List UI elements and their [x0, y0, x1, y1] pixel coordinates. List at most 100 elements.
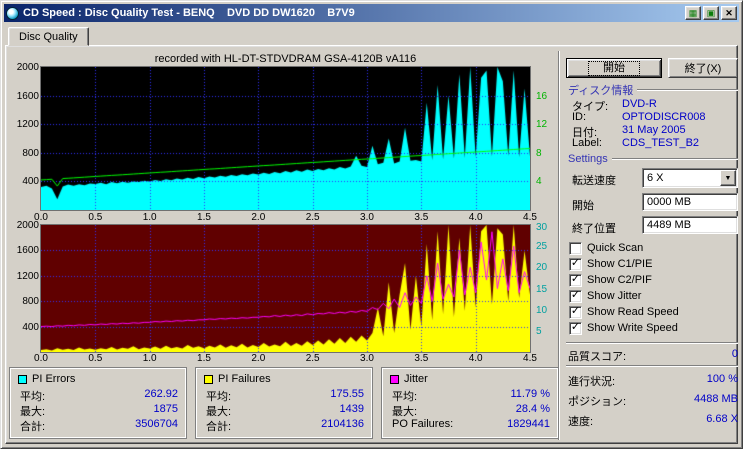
grid-icon: ▦: [688, 7, 698, 18]
disc-info-header-label: ディスク情報: [568, 85, 634, 97]
checkbox-label: Show C1/PIE: [587, 258, 653, 270]
checkbox-label: Quick Scan: [587, 242, 644, 254]
titlebar-buttons: ▦ ▣ ✕: [685, 6, 737, 20]
progress-row: 進行状況: 100 %: [568, 373, 738, 389]
section-line: [611, 158, 738, 160]
x-axis-tick: 3.0: [360, 212, 374, 223]
disc-info-header: ディスク情報: [568, 82, 738, 98]
end-position-label: 終了位置: [572, 223, 616, 235]
right-axis-tick: 20: [536, 262, 548, 274]
right-axis-tick: 12: [536, 119, 548, 131]
checkbox-box[interactable]: ✓: [569, 305, 582, 319]
stat-value: 175.55: [330, 388, 364, 400]
stat-value: 262.92: [144, 388, 178, 400]
position-value: 4488 MB: [693, 393, 738, 405]
pi-failures-panel: PI Failures 平均: 175.55 最大: 1439 合計: 2104136: [195, 367, 373, 439]
checkbox-box[interactable]: ✓: [569, 273, 582, 287]
speed-row-value: 6.68 X: [706, 413, 738, 425]
window-title: CD Speed : Disc Quality Test - BENQ DVD …: [23, 7, 355, 19]
stat-value: 1875: [153, 403, 178, 415]
x-axis-tick: 3.5: [414, 212, 429, 223]
close-icon: ✕: [725, 7, 733, 18]
right-axis-tick: 5: [536, 325, 542, 337]
checkbox-show-c2-pif[interactable]: ✓ Show C2/PIF: [569, 273, 652, 287]
quality-score-value: 0: [731, 348, 738, 360]
start-position-label: 開始: [572, 200, 594, 212]
pi-errors-left-axis: 2000 1600 1200 800 400: [7, 63, 39, 210]
stat-label: 平均:: [206, 391, 232, 403]
stat-value: 3506704: [135, 418, 178, 430]
x-axis-tick: 4.0: [468, 353, 483, 364]
stat-row: 合計: 2104136: [204, 418, 364, 433]
checkbox-box[interactable]: ✓: [569, 321, 582, 335]
stat-row: 合計: 3506704: [18, 418, 178, 433]
stat-row: 平均: 11.79 %: [390, 388, 550, 403]
stat-label: 最大:: [392, 406, 418, 418]
jitter-swatch: [390, 374, 399, 384]
titlebar-disc-button[interactable]: ▣: [703, 6, 719, 20]
stat-label: 最大:: [206, 406, 232, 418]
disc-label-value: CDS_TEST_B2: [622, 137, 700, 149]
pi-failures-jitter-chart: [40, 224, 531, 353]
checkbox-box[interactable]: ✓: [569, 241, 582, 255]
pi-errors-swatch: [18, 374, 27, 384]
chevron-down-icon[interactable]: ▼: [720, 170, 736, 186]
y-axis-tick: 1200: [16, 270, 39, 282]
checkbox-show-read-speed[interactable]: ✓ Show Read Speed: [569, 305, 679, 319]
speed-select-value: 6 X: [647, 172, 664, 184]
x-axis-tick: 2.5: [305, 353, 320, 364]
x-axis-tick: 0.5: [88, 212, 103, 223]
close-button[interactable]: ✕: [721, 6, 737, 20]
app-icon: [6, 6, 19, 20]
checkbox-box[interactable]: ✓: [569, 288, 582, 303]
end-position-field[interactable]: 4489 MB: [642, 216, 738, 234]
stat-value: 28.4 %: [515, 403, 550, 415]
start-position-field[interactable]: 0000 MB: [642, 193, 738, 211]
stat-label: 合計:: [20, 421, 46, 433]
right-axis-tick: 4: [536, 176, 542, 188]
checkbox-label: Show Read Speed: [587, 306, 679, 318]
y-axis-tick: 1600: [16, 245, 39, 257]
x-axis-tick: 0.0: [34, 353, 48, 364]
panel-title: Jitter: [404, 373, 428, 385]
x-axis-tick: 2.0: [251, 212, 266, 223]
tab-disc-quality[interactable]: Disc Quality: [8, 27, 89, 46]
x-axis-tick: 1.5: [197, 212, 211, 223]
titlebar-grid-button[interactable]: ▦: [685, 6, 701, 20]
title-bar[interactable]: CD Speed : Disc Quality Test - BENQ DVD …: [4, 4, 739, 22]
panel-title: PI Failures: [218, 373, 271, 385]
stat-label: 平均:: [392, 391, 418, 403]
x-axis-tick: 1.5: [197, 353, 211, 364]
pi-errors-chart: [40, 66, 531, 211]
y-axis-tick: 1600: [16, 90, 39, 102]
checkbox-label: Show Write Speed: [587, 322, 678, 334]
checkbox-show-c1-pie[interactable]: ✓ Show C1/PIE: [569, 257, 652, 271]
checkbox-quick-scan[interactable]: ✓ Quick Scan: [569, 241, 643, 255]
app-window: CD Speed : Disc Quality Test - BENQ DVD …: [0, 0, 743, 449]
pi-errors-x-axis: 0.0 0.5 1.0 1.5 2.0 2.5 3.0 3.5 4.0 4.5: [34, 212, 537, 225]
separator: [566, 365, 738, 367]
checkbox-label: Show C2/PIF: [587, 274, 652, 286]
speed-row: 速度: 6.68 X: [568, 413, 738, 429]
x-axis-tick: 1.0: [142, 353, 157, 364]
speed-select[interactable]: 6 X ▼: [642, 168, 738, 188]
panel-title: PI Errors: [32, 373, 76, 385]
pi-failures-left-axis: 2000 1600 1200 800 400: [7, 221, 39, 352]
y-axis-tick: 400: [22, 176, 39, 188]
disc-label-row: Label: CDS_TEST_B2: [572, 137, 700, 149]
x-axis-tick: 1.0: [142, 212, 157, 223]
settings-header: Settings: [568, 153, 738, 165]
x-axis-tick: 4.0: [468, 212, 483, 223]
y-axis-tick: 1200: [16, 119, 39, 131]
jitter-panel: Jitter 平均: 11.79 % 最大: 28.4 % PO Failures:…: [381, 367, 559, 439]
checkbox-show-jitter[interactable]: ✓ Show Jitter: [569, 289, 641, 303]
checkbox-box[interactable]: ✓: [569, 257, 582, 271]
pi-failures-x-axis: 0.0 0.5 1.0 1.5 2.0 2.5 3.0 3.5 4.0 4.5: [34, 353, 537, 366]
checkbox-show-write-speed[interactable]: ✓ Show Write Speed: [569, 321, 678, 335]
y-axis-tick: 2000: [16, 62, 39, 73]
check-icon: ✓: [570, 288, 581, 301]
x-axis-tick: 4.5: [523, 353, 537, 364]
start-button[interactable]: 開始: [566, 58, 662, 78]
exit-button[interactable]: 終了(X): [668, 58, 738, 78]
right-axis-tick: 16: [536, 90, 548, 102]
